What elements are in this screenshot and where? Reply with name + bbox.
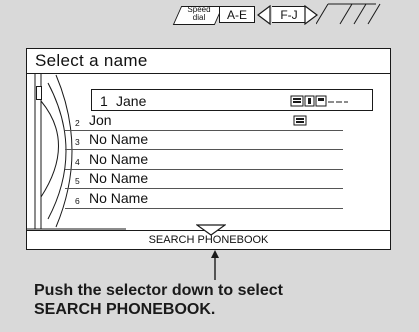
name-list: 2 Jon 3 No Name 4 No Name 5 No Name 6 No… — [65, 111, 343, 209]
tab-a-e[interactable]: A-E — [219, 6, 255, 23]
tab-f-j[interactable]: F-J — [272, 6, 306, 23]
scroll-indicator[interactable] — [36, 86, 42, 100]
list-item[interactable]: 3 No Name — [65, 131, 343, 150]
instruction-caption: Push the selector down to select SEARCH … — [34, 282, 283, 318]
phone-home-icon — [293, 115, 307, 126]
tab-speed-dial-label: Speed dial — [187, 5, 211, 22]
tab-divider-slashes — [316, 3, 381, 25]
pointer-arrow-icon — [211, 250, 219, 280]
left-arrow-icon[interactable] — [257, 5, 271, 25]
phone-numbers-icon — [290, 95, 348, 107]
list-item[interactable]: 5 No Name — [65, 170, 343, 189]
list-item[interactable]: 6 No Name — [65, 189, 343, 209]
list-item[interactable]: 4 No Name — [65, 150, 343, 170]
list-item[interactable]: 2 Jon — [65, 111, 343, 131]
list-item-selected[interactable]: 1 Jane — [91, 89, 373, 111]
scroll-down-icon — [196, 224, 226, 236]
header-bar: Select a name — [27, 49, 390, 74]
page-title: Select a name — [35, 51, 148, 70]
